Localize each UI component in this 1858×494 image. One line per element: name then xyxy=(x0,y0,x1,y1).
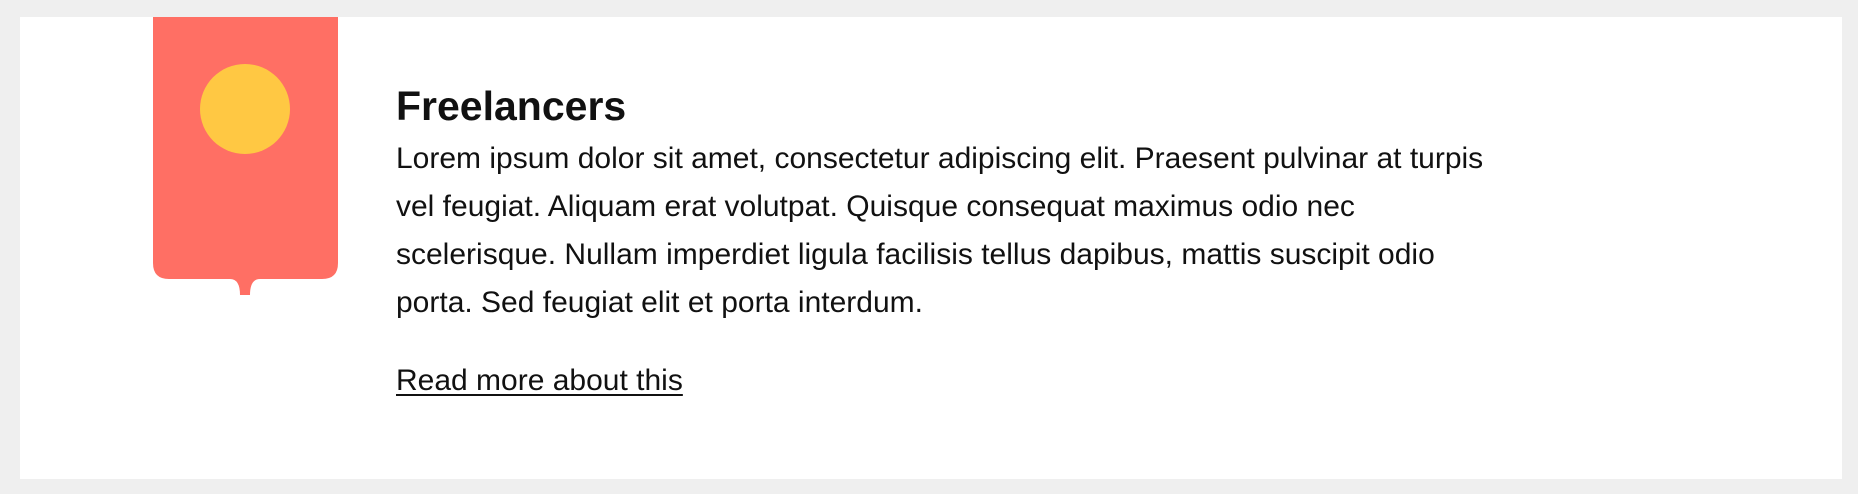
feature-card: Freelancers Lorem ipsum dolor sit amet, … xyxy=(20,17,1842,479)
card-description: Lorem ipsum dolor sit amet, consectetur … xyxy=(396,142,1484,319)
banner-shape xyxy=(153,17,338,295)
yellow-circle-icon xyxy=(200,64,290,154)
card-content: Freelancers Lorem ipsum dolor sit amet, … xyxy=(396,77,1496,401)
bookmark-banner-icon xyxy=(153,17,338,295)
card-title: Freelancers xyxy=(396,83,627,129)
read-more-link[interactable]: Read more about this xyxy=(396,361,683,401)
